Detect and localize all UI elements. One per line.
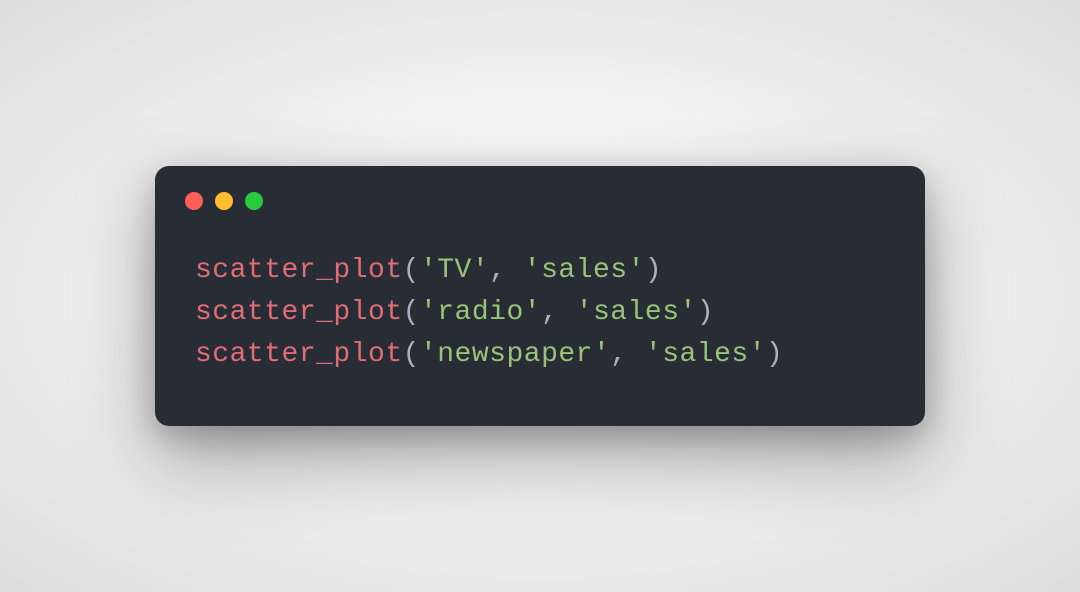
token-paren: ) xyxy=(645,255,662,286)
window-controls xyxy=(155,166,925,220)
token-function: scatter_plot xyxy=(195,255,403,286)
code-block: scatter_plot('TV', 'sales')scatter_plot(… xyxy=(155,220,925,426)
token-comma: , xyxy=(610,339,645,370)
token-comma: , xyxy=(489,255,524,286)
token-paren: ( xyxy=(403,339,420,370)
code-line: scatter_plot('newspaper', 'sales') xyxy=(195,334,885,376)
token-paren: ) xyxy=(766,339,783,370)
minimize-icon[interactable] xyxy=(215,192,233,210)
token-comma: , xyxy=(541,297,576,328)
token-string: 'radio' xyxy=(420,297,541,328)
token-string: 'sales' xyxy=(524,255,645,286)
code-line: scatter_plot('radio', 'sales') xyxy=(195,292,885,334)
token-string: 'TV' xyxy=(420,255,489,286)
close-icon[interactable] xyxy=(185,192,203,210)
code-line: scatter_plot('TV', 'sales') xyxy=(195,250,885,292)
token-function: scatter_plot xyxy=(195,297,403,328)
token-string: 'sales' xyxy=(645,339,766,370)
token-paren: ( xyxy=(403,255,420,286)
maximize-icon[interactable] xyxy=(245,192,263,210)
token-paren: ( xyxy=(403,297,420,328)
token-function: scatter_plot xyxy=(195,339,403,370)
token-paren: ) xyxy=(697,297,714,328)
code-window: scatter_plot('TV', 'sales')scatter_plot(… xyxy=(155,166,925,426)
token-string: 'newspaper' xyxy=(420,339,610,370)
token-string: 'sales' xyxy=(576,297,697,328)
